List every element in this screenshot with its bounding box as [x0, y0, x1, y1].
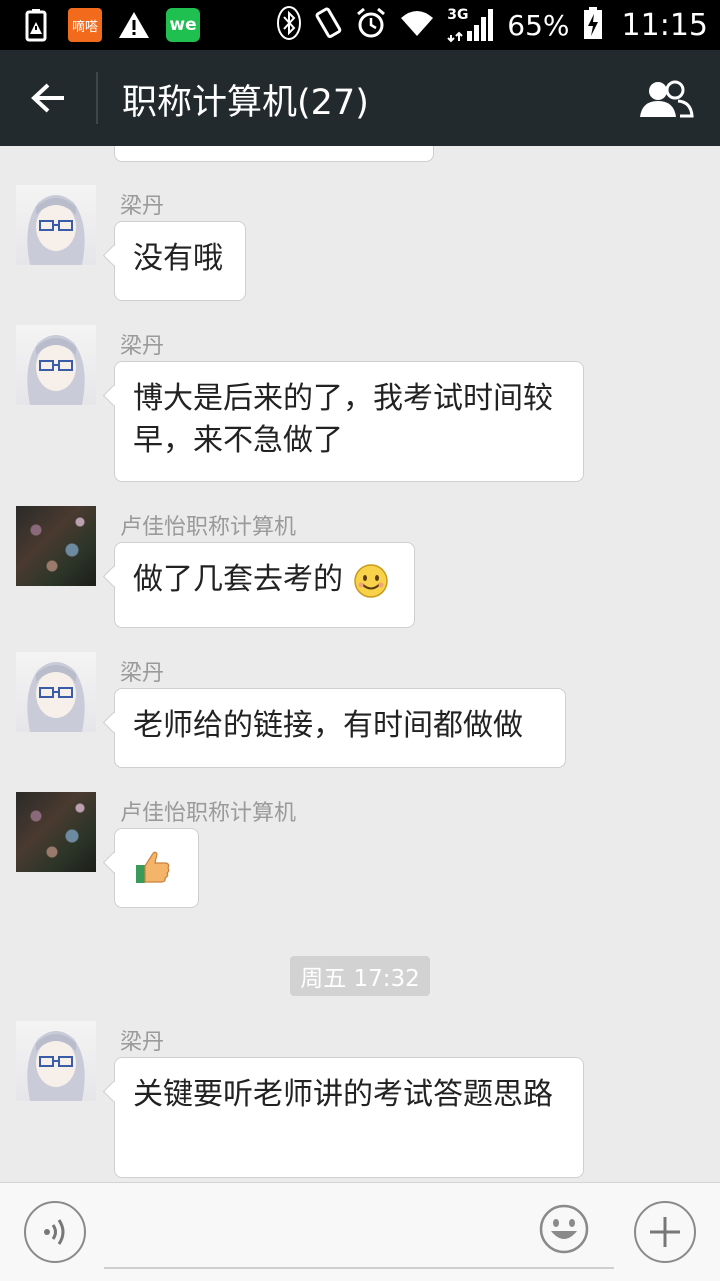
more-options-button[interactable]	[634, 1201, 696, 1263]
avatar[interactable]	[16, 506, 96, 586]
smile-emoji-icon	[353, 563, 388, 598]
clock: 11:15	[621, 7, 708, 43]
sender-name: 梁丹	[120, 661, 165, 686]
message-text: 做了几套去考的	[133, 562, 343, 597]
warning-icon	[116, 7, 152, 43]
smiley-icon	[539, 1204, 589, 1254]
battery-charging-icon	[582, 6, 604, 44]
anime-girl-avatar-icon	[27, 335, 85, 405]
anime-girl-avatar-icon	[27, 195, 85, 265]
back-button[interactable]	[18, 70, 78, 126]
message-bubble[interactable]: 博大是后来的了，我考试时间较早，来不急做了	[114, 361, 584, 482]
sender-name: 梁丹	[120, 194, 165, 219]
battery-alert-icon	[18, 7, 54, 43]
vibrate-icon	[313, 6, 343, 44]
wifi-icon	[399, 8, 435, 42]
message-text: 博大是后来的了，我考试时间较早，来不急做了	[133, 381, 553, 458]
message-bubble[interactable]: 老师给的链接，有时间都做做	[114, 688, 566, 768]
message-bubble[interactable]	[114, 828, 199, 908]
chat-title: 职称计算机(27)	[122, 83, 369, 123]
sender-name: 梁丹	[120, 334, 165, 359]
chat-message-list[interactable]: 梁丹 没有哦 梁丹 博大是后来的了，我考试时间较早，来不急做了 卢佳怡职称计算机…	[0, 146, 720, 1182]
input-bar	[0, 1182, 720, 1281]
arrow-left-icon	[31, 83, 64, 113]
voice-icon	[44, 1219, 65, 1245]
avatar[interactable]	[16, 652, 96, 732]
message-bubble[interactable]: 没有哦	[114, 221, 246, 301]
bluetooth-icon	[277, 6, 302, 44]
cellular-signal-icon: 3G	[447, 7, 495, 43]
we-app-icon: we	[166, 8, 200, 42]
voice-input-button[interactable]	[24, 1201, 86, 1263]
didi-app-icon: 嘀嗒	[68, 8, 102, 42]
alarm-icon	[355, 7, 387, 43]
message-text: 没有哦	[133, 241, 223, 276]
title-divider	[96, 72, 98, 124]
emoji-button[interactable]	[538, 1203, 590, 1255]
avatar[interactable]	[16, 325, 96, 405]
people-icon	[640, 80, 694, 118]
plus-icon	[650, 1217, 680, 1247]
message-text: 关键要听老师讲的考试答题思路	[133, 1077, 553, 1112]
sender-name: 梁丹	[120, 1030, 165, 1055]
time-divider: 周五 17:32	[290, 956, 430, 996]
avatar[interactable]	[16, 1021, 96, 1101]
thumbs-up-emoji-icon	[136, 851, 170, 883]
anime-girl-avatar-icon	[27, 1031, 85, 1101]
sender-name: 卢佳怡职称计算机	[120, 515, 297, 540]
avatar[interactable]	[16, 185, 96, 265]
message-bubble-partial	[114, 146, 434, 162]
title-bar: 职称计算机(27)	[0, 50, 720, 146]
status-bar: 嘀嗒 we 3G 65% 11:15	[0, 0, 720, 50]
avatar[interactable]	[16, 792, 96, 872]
sender-name: 卢佳怡职称计算机	[120, 801, 297, 826]
message-bubble[interactable]: 关键要听老师讲的考试答题思路	[114, 1057, 584, 1178]
message-bubble[interactable]: 做了几套去考的	[114, 542, 415, 628]
message-text: 老师给的链接，有时间都做做	[133, 708, 523, 743]
anime-girl-avatar-icon	[27, 662, 85, 732]
group-members-button[interactable]	[634, 72, 698, 126]
battery-percent: 65%	[507, 8, 570, 42]
